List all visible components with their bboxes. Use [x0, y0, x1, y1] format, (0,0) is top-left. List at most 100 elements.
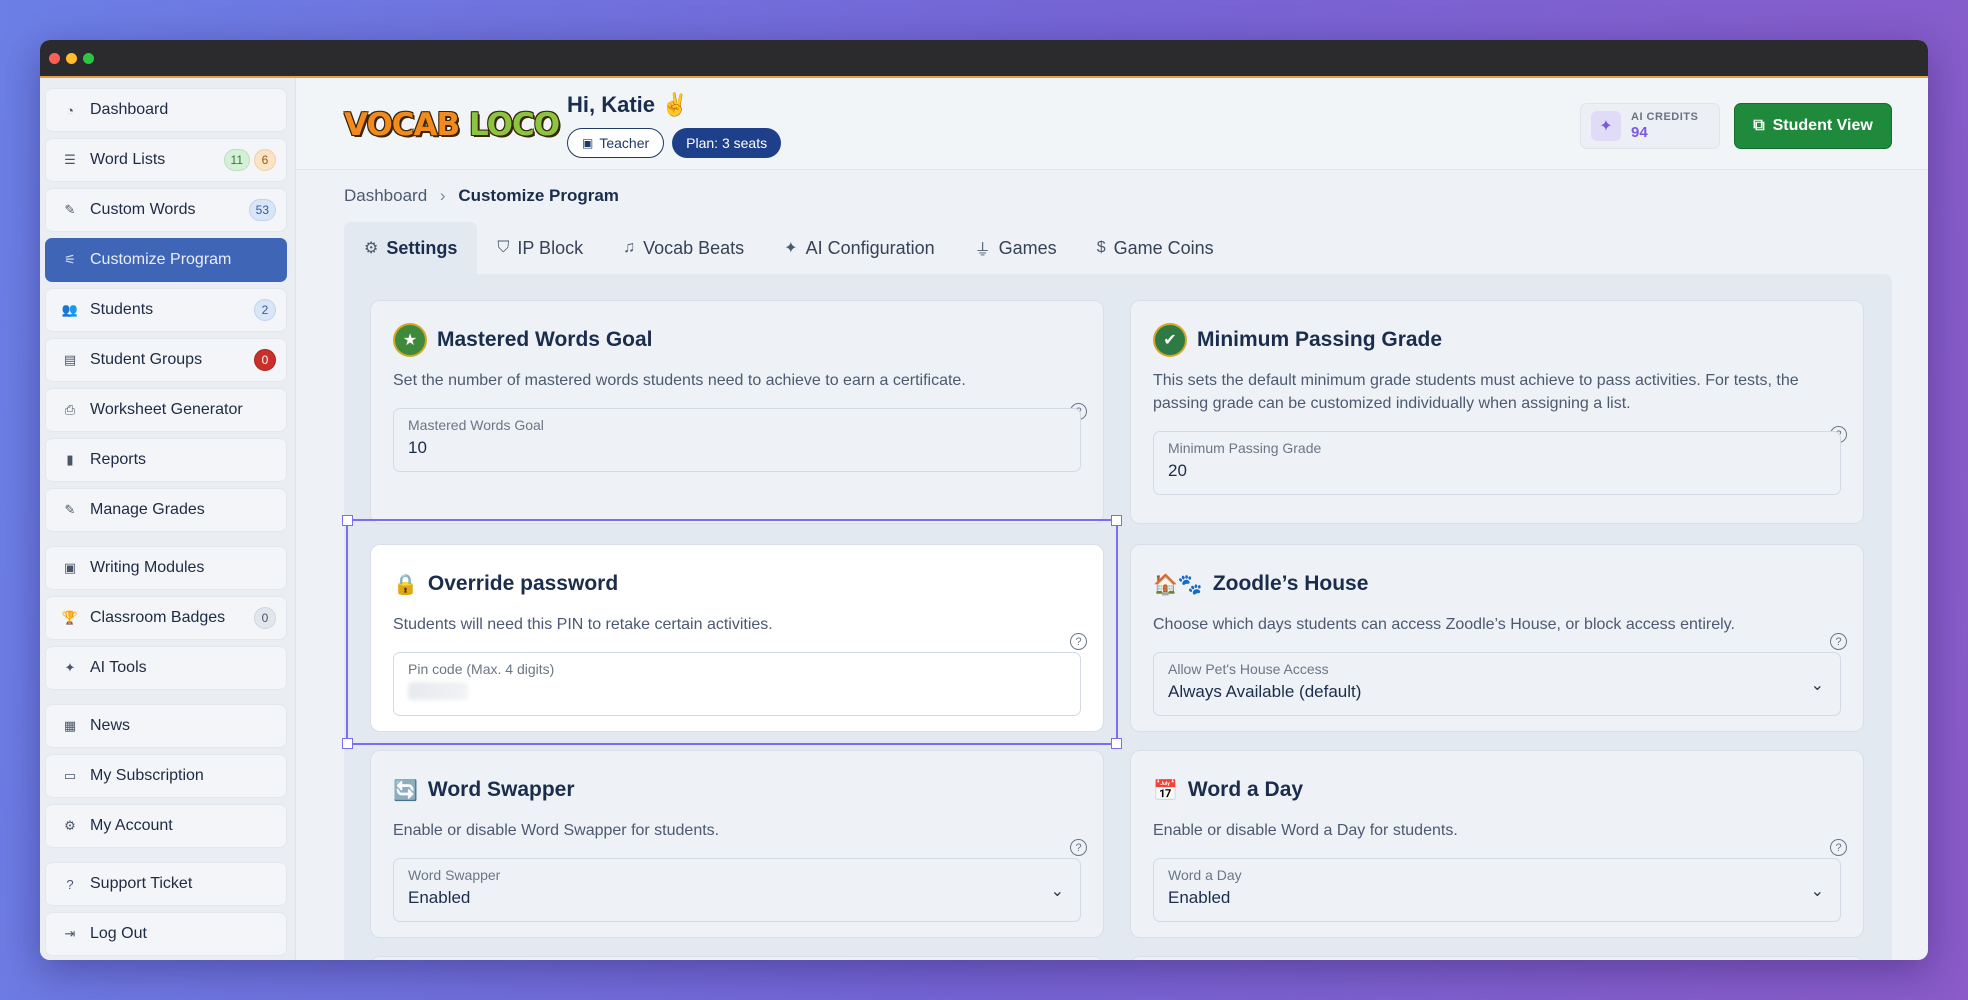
sidebar: ◔ Dashboard ☰ Word Lists 11 6 ✎ Custom W… [40, 78, 296, 960]
minimize-window-button[interactable] [66, 52, 77, 64]
card-title: 🔄 Word Swapper [393, 773, 1081, 807]
count-badge: 53 [248, 199, 276, 221]
word-swapper-select[interactable]: Word Swapper Enabled ⌄ [393, 858, 1081, 922]
sidebar-item-word-lists[interactable]: ☰ Word Lists 11 6 [45, 138, 287, 182]
mastered-words-goal-input[interactable]: Mastered Words Goal 10 [393, 408, 1081, 472]
page-header: VOCAB LOCO Hi, Katie ✌️ ▣ Teacher Plan: … [296, 78, 1928, 170]
field-label: Minimum Passing Grade [1168, 440, 1322, 456]
mastered-words-goal-card: ★ Mastered Words Goal Set the number of … [370, 300, 1104, 524]
sidebar-item-log-out[interactable]: ⇥ Log Out [45, 912, 287, 956]
card-description: This sets the default minimum grade stud… [1153, 372, 1799, 412]
gear-icon: ⚙ [64, 818, 76, 833]
field-value: Enabled [408, 888, 471, 907]
sidebar-item-writing-modules[interactable]: ▣ Writing Modules [45, 546, 287, 590]
field-label: Allow Pet's House Access [1168, 661, 1329, 677]
help-icon[interactable]: ? [1830, 633, 1847, 650]
student-view-button[interactable]: ⧉ Student View [1734, 103, 1892, 149]
breadcrumb: Dashboard › Customize Program [344, 186, 619, 206]
main-area: VOCAB LOCO Hi, Katie ✌️ ▣ Teacher Plan: … [296, 78, 1928, 960]
sidebar-item-manage-grades[interactable]: ✎ Manage Grades [45, 488, 287, 532]
sidebar-item-worksheet-generator[interactable]: ⎙ Worksheet Generator [45, 388, 287, 432]
chevron-down-icon: ⌄ [1050, 883, 1064, 900]
sidebar-item-my-subscription[interactable]: ▭ My Subscription [45, 754, 287, 798]
word-a-day-select[interactable]: Word a Day Enabled ⌄ [1153, 858, 1841, 922]
field-label: Word a Day [1168, 867, 1242, 883]
zoodles-house-card: 🏠🐾 Zoodle’s House Choose which days stud… [1130, 544, 1864, 732]
ai-credits-widget[interactable]: ✦ AI CREDITS 94 [1580, 103, 1720, 149]
sidebar-item-label: Students [90, 301, 154, 318]
sidebar-item-label: Student Groups [90, 351, 203, 368]
card-title-text: Word a Day [1187, 778, 1304, 801]
redacted-pin-value [408, 682, 468, 700]
logout-icon: ⇥ [64, 926, 76, 941]
sidebar-item-label: Reports [90, 451, 147, 468]
sparkle-icon: ✦ [64, 660, 76, 675]
breadcrumb-current: Customize Program [458, 186, 619, 205]
users-icon: 👥 [61, 302, 79, 317]
field-value: Always Available (default) [1168, 682, 1362, 701]
tab-ai-configuration[interactable]: ✦ AI Configuration [764, 222, 954, 274]
sidebar-item-reports[interactable]: ▮ Reports [45, 438, 287, 482]
sidebar-item-news[interactable]: ▦ News [45, 704, 287, 748]
calendar-icon: 📅 [1153, 779, 1178, 802]
tab-label: Games [998, 237, 1057, 258]
override-password-card: 🔒 Override password Students will need t… [370, 544, 1104, 732]
card-title: 🏠🐾 Zoodle’s House [1153, 567, 1841, 601]
help-icon[interactable]: ? [1830, 839, 1847, 856]
sidebar-item-label: Worksheet Generator [90, 401, 243, 418]
swap-arrows-icon: 🔄 [393, 779, 418, 802]
close-window-button[interactable] [49, 52, 60, 64]
sidebar-item-label: Manage Grades [90, 501, 205, 518]
tab-games[interactable]: ⏚ Games [955, 222, 1077, 274]
count-badge: 6 [254, 149, 276, 171]
count-badge: 0 [254, 607, 276, 629]
field-label: Pin code (Max. 4 digits) [408, 661, 555, 677]
app-logo[interactable]: VOCAB LOCO [344, 106, 560, 144]
card-title: ★ Mastered Words Goal [393, 323, 1081, 357]
help-icon[interactable]: ? [1070, 633, 1087, 650]
sidebar-item-student-groups[interactable]: ▤ Student Groups 0 [45, 338, 287, 382]
tab-settings[interactable]: ⚙ Settings [344, 222, 478, 274]
field-label: Word Swapper [408, 867, 501, 883]
tab-vocab-beats[interactable]: ♫ Vocab Beats [603, 222, 764, 274]
settings-panel: ★ Mastered Words Goal Set the number of … [344, 274, 1892, 960]
card-description: Choose which days students can access Zo… [1153, 616, 1735, 633]
sparkle-icon: ✦ [1591, 111, 1621, 141]
tab-label: IP Block [517, 237, 584, 258]
sparkle-icon: ✦ [784, 240, 798, 257]
checkmark-badge-icon: ✔ [1153, 323, 1187, 357]
word-a-day-card: 📅 Word a Day Enable or disable Word a Da… [1130, 750, 1864, 938]
field-value: 20 [1168, 461, 1187, 480]
sidebar-item-my-account[interactable]: ⚙ My Account [45, 804, 287, 848]
minimum-passing-grade-input[interactable]: Minimum Passing Grade 20 [1153, 431, 1841, 495]
sidebar-item-dashboard[interactable]: ◔ Dashboard [45, 88, 287, 132]
sidebar-item-students[interactable]: 👥 Students 2 [45, 288, 287, 332]
card-description: Set the number of mastered words student… [393, 372, 966, 389]
tab-game-coins[interactable]: $ Game Coins [1077, 222, 1234, 274]
sidebar-item-support-ticket[interactable]: ? Support Ticket [45, 862, 287, 906]
sidebar-item-ai-tools[interactable]: ✦ AI Tools [45, 646, 287, 690]
pin-code-input[interactable]: Pin code (Max. 4 digits) [393, 652, 1081, 716]
maximize-window-button[interactable] [83, 52, 94, 64]
help-icon[interactable]: ? [1070, 839, 1087, 856]
card-title-text: Minimum Passing Grade [1197, 328, 1443, 351]
pets-house-access-select[interactable]: Allow Pet's House Access Always Availabl… [1153, 652, 1841, 716]
next-setting-card [370, 956, 1104, 960]
sidebar-item-label: Dashboard [90, 101, 169, 118]
sidebar-item-custom-words[interactable]: ✎ Custom Words 53 [45, 188, 287, 232]
role-badge: ▣ Teacher [567, 128, 665, 158]
breadcrumb-link-dashboard[interactable]: Dashboard [344, 186, 427, 205]
edit-icon: ✎ [64, 202, 76, 217]
bar-chart-icon: ▮ [66, 452, 74, 467]
credit-card-icon: ▭ [63, 768, 77, 783]
card-description: Enable or disable Word a Day for student… [1153, 822, 1458, 839]
count-badge: 2 [254, 299, 276, 321]
chevron-down-icon: ⌄ [1810, 677, 1824, 694]
chevron-down-icon: ⌄ [1810, 883, 1824, 900]
sidebar-item-customize-program[interactable]: ⚟ Customize Program [45, 238, 287, 282]
shield-icon: ⛉ [497, 239, 510, 256]
music-note-icon: ♫ [623, 239, 636, 256]
next-setting-card [1130, 956, 1864, 960]
tab-ip-block[interactable]: ⛉ IP Block [477, 222, 603, 274]
sidebar-item-classroom-badges[interactable]: 🏆 Classroom Badges 0 [45, 596, 287, 640]
